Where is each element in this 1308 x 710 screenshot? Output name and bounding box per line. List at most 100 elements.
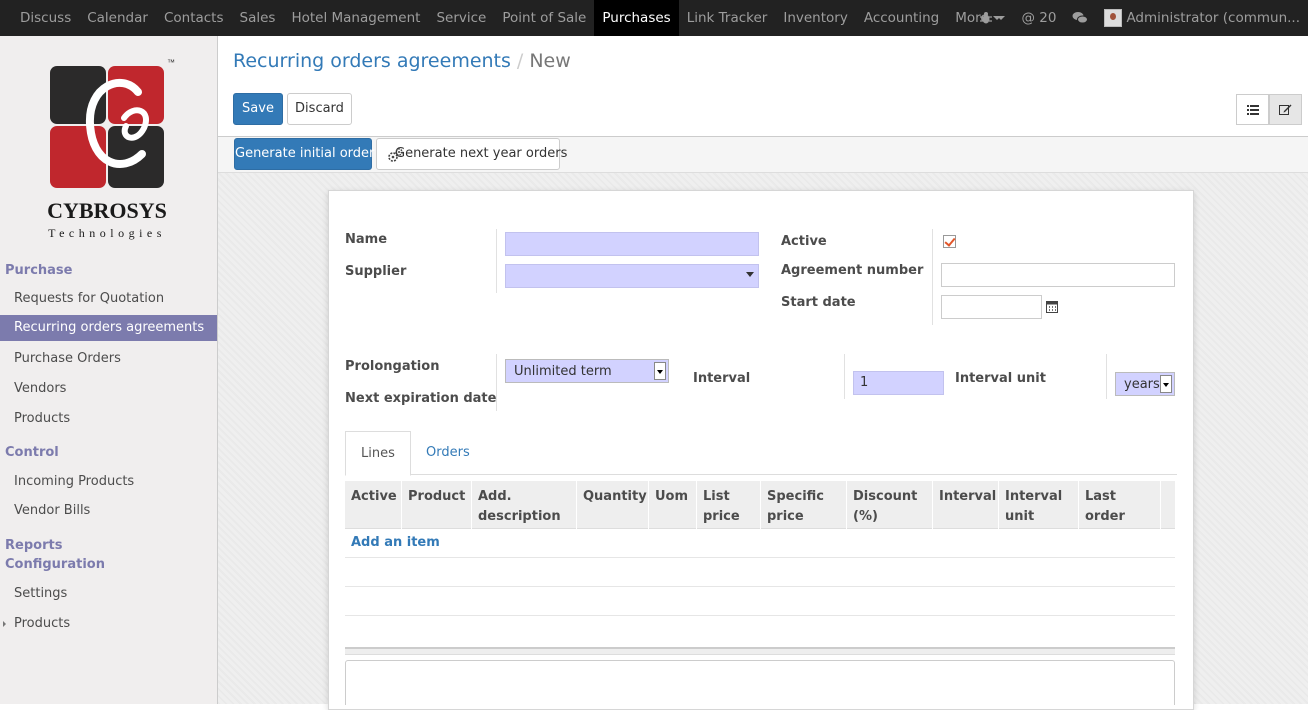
table-row [345, 529, 1175, 558]
column-header-interval-unit[interactable]: Interval unit [999, 481, 1079, 529]
next-expiration-date-label: Next expiration date [345, 391, 497, 406]
form-view-button[interactable] [1269, 94, 1302, 125]
generate-initial-order-button[interactable]: Generate initial order [234, 138, 374, 170]
interval-label: Interval [693, 371, 751, 386]
menu-discuss[interactable]: Discuss [12, 0, 79, 36]
menu-inventory[interactable]: Inventory [775, 0, 855, 36]
messages-counter[interactable]: @ 20 [1013, 10, 1064, 26]
user-menu[interactable]: Administrator (commun... [1096, 9, 1308, 27]
column-header-active[interactable]: Active [345, 481, 402, 529]
sidebar-section-configuration: Configuration [5, 557, 105, 572]
column-header-add-description[interactable]: Add. description [472, 481, 577, 529]
sidebar-section-purchase: Purchase [5, 263, 73, 278]
chevron-down-icon [654, 362, 666, 380]
interval-input[interactable]: 1 [853, 371, 944, 395]
column-header-specific-price[interactable]: Specific price [761, 481, 847, 529]
sidebar-item-settings[interactable]: Settings [0, 581, 217, 607]
sidebar-item-purchase-orders[interactable]: Purchase Orders [0, 346, 217, 372]
column-header-uom[interactable]: Uom [649, 481, 697, 529]
menu-sales[interactable]: Sales [232, 0, 284, 36]
table-row [345, 558, 1175, 587]
menu-calendar[interactable]: Calendar [79, 0, 156, 36]
column-header-last-order[interactable]: Last order [1079, 481, 1161, 529]
sidebar-item-products[interactable]: Products [0, 406, 217, 432]
menu-point-of-sale[interactable]: Point of Sale [494, 0, 594, 36]
chevron-down-icon [997, 16, 1006, 20]
generate-next-year-orders-button[interactable]: Generate next year orders [376, 138, 567, 170]
main-area: Recurring orders agreements / New Save Dis… [218, 36, 1308, 710]
table-footer [345, 647, 1175, 655]
user-name: Administrator (commun... [1126, 10, 1300, 26]
top-navbar: Discuss Calendar Contacts Sales Hotel Ma… [0, 0, 1308, 36]
sheet-background: Name Supplier Active Agreement number St… [218, 173, 1308, 710]
trademark: ™ [167, 58, 175, 67]
chevron-down-icon [746, 272, 754, 277]
sidebar-item-vendors[interactable]: Vendors [0, 376, 217, 402]
column-header-quantity[interactable]: Quantity [577, 481, 649, 529]
control-panel: Recurring orders agreements / New Save Dis… [218, 36, 1308, 137]
divider [844, 354, 845, 399]
sidebar-item-requests-for-quotation[interactable]: Requests for Quotation [0, 286, 217, 312]
sidebar-item-vendor-bills[interactable]: Vendor Bills [0, 498, 217, 524]
menu-link-tracker[interactable]: Link Tracker [679, 0, 776, 36]
debug-menu[interactable] [971, 11, 1013, 25]
menu-contacts[interactable]: Contacts [156, 0, 232, 36]
lines-table-header: Active Product Add. description Quantity… [345, 481, 1175, 529]
supplier-label: Supplier [345, 264, 407, 279]
breadcrumb-current: New [529, 50, 571, 72]
column-header-product[interactable]: Product [402, 481, 472, 529]
agreement-number-input[interactable] [941, 263, 1175, 287]
sidebar-item-config-products[interactable]: Products [0, 611, 217, 637]
logo-name: CYBROSYS [47, 198, 167, 223]
company-logo: ™ CYBROSYS Technologies [40, 58, 180, 258]
name-input[interactable] [505, 232, 759, 256]
sidebar: ™ CYBROSYS Technologies Purchase Request… [0, 36, 218, 704]
agreement-number-label: Agreement number [781, 263, 924, 278]
save-button[interactable]: Save [233, 93, 283, 125]
form-content: Generate initial order Generate next yea… [218, 137, 1308, 710]
sidebar-item-incoming-products[interactable]: Incoming Products [0, 469, 217, 495]
column-header-list-price[interactable]: List price [697, 481, 761, 529]
sidebar-section-control: Control [5, 445, 59, 460]
tab-lines[interactable]: Lines [345, 431, 411, 476]
menu-accounting[interactable]: Accounting [856, 0, 947, 36]
active-checkbox[interactable] [943, 235, 956, 248]
generate-next-year-orders-label: Generate next year orders [395, 146, 568, 161]
active-label: Active [781, 234, 827, 249]
start-date-input[interactable] [941, 295, 1042, 319]
prolongation-label: Prolongation [345, 359, 440, 374]
prolongation-value: Unlimited term [514, 364, 612, 379]
chat-menu[interactable] [1064, 11, 1096, 25]
tab-orders[interactable]: Orders [411, 431, 485, 476]
list-view-button[interactable] [1236, 94, 1269, 125]
discard-button[interactable]: Discard [287, 93, 352, 125]
form-sheet: Name Supplier Active Agreement number St… [328, 190, 1194, 710]
sidebar-item-recurring-orders[interactable]: Recurring orders agreements [0, 315, 217, 341]
breadcrumb-parent[interactable]: Recurring orders agreements [233, 50, 511, 72]
name-label: Name [345, 232, 388, 247]
interval-unit-label: Interval unit [955, 371, 1046, 386]
divider [1106, 354, 1107, 399]
form-statusbar: Generate initial order Generate next yea… [218, 137, 1308, 173]
calendar-icon[interactable] [1046, 300, 1058, 313]
menu-purchases[interactable]: Purchases [594, 0, 679, 36]
prolongation-select[interactable]: Unlimited term [505, 359, 669, 383]
cybrosys-logo-mark: ™ CYBROSYS Technologies [47, 58, 175, 240]
avatar [1104, 9, 1123, 27]
chevron-right-icon [3, 621, 6, 627]
menu-service[interactable]: Service [428, 0, 494, 36]
start-date-label: Start date [781, 295, 856, 310]
divider [932, 229, 933, 325]
sidebar-section-reports[interactable]: Reports [0, 538, 217, 553]
column-header-discount[interactable]: Discount (%) [847, 481, 933, 529]
sidebar-item-label: Products [14, 616, 71, 631]
chat-icon [1072, 12, 1089, 24]
column-header-interval[interactable]: Interval [933, 481, 999, 529]
interval-unit-value: years [1124, 377, 1160, 392]
notes-field[interactable] [345, 660, 1175, 705]
divider [496, 229, 497, 293]
gears-icon [388, 148, 403, 162]
menu-hotel-management[interactable]: Hotel Management [283, 0, 428, 36]
supplier-select[interactable] [505, 264, 759, 288]
interval-unit-select[interactable]: years [1115, 372, 1175, 396]
